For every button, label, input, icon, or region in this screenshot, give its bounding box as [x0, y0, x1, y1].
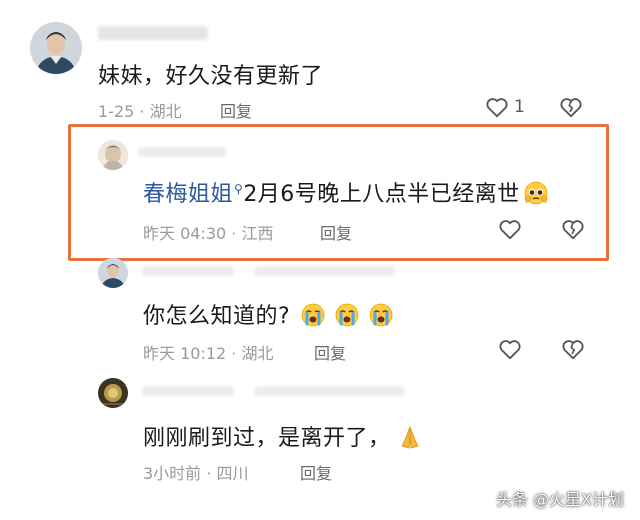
comment-1-reply-button[interactable]: 回复: [220, 98, 252, 122]
commenter-name-blurred: [255, 386, 405, 396]
commenter-name-blurred: [142, 266, 234, 276]
comment-2-reply-button[interactable]: 回复: [320, 220, 352, 244]
comment-3-body: 你怎么知道的?: [143, 304, 291, 329]
broken-heart-icon[interactable]: [558, 94, 584, 120]
heart-outline-icon[interactable]: [497, 216, 523, 242]
avatar-commenter-3[interactable]: [98, 258, 128, 288]
avatar-commenter-4[interactable]: [98, 378, 128, 408]
crying-emoji-icon: [369, 303, 393, 327]
comment-4-text: 刚刚刷到过，是离开了，: [143, 420, 423, 452]
comment-1-text: 妹妹，好久没有更新了: [98, 64, 324, 89]
heart-outline-icon[interactable]: [497, 336, 523, 362]
comment-3-reply-button[interactable]: 回复: [314, 340, 346, 364]
comment-4-meta: 3小时前 · 四川: [143, 464, 249, 483]
crying-emoji-icon: [301, 303, 325, 327]
heart-outline-icon[interactable]: [484, 94, 510, 120]
comment-3-meta: 昨天 10:12 · 湖北: [143, 344, 274, 363]
commenter-name-blurred: [142, 386, 234, 396]
comment-2-body: 2月6号晚上八点半已经离世: [243, 182, 520, 207]
avatar-commenter-1[interactable]: [30, 22, 82, 74]
broken-heart-icon[interactable]: [560, 336, 586, 362]
comment-2-meta: 昨天 04:30 · 江西: [143, 224, 274, 243]
broken-heart-icon[interactable]: [560, 216, 586, 242]
commenter-name-blurred: [98, 26, 208, 40]
comment-1-like-count: 1: [514, 97, 525, 117]
avatar-commenter-2[interactable]: [98, 140, 128, 170]
comment-4-reply-button[interactable]: 回复: [300, 460, 332, 484]
search-mark-icon: ⚲: [234, 181, 244, 196]
comment-1-meta: 1-25 · 湖北: [98, 102, 182, 121]
comment-2-text: 春梅姐姐⚲2月6号晚上八点半已经离世: [143, 176, 549, 208]
watermark: 头条 @火星X计划: [495, 490, 624, 509]
comment-4-body: 刚刚刷到过，是离开了，: [143, 426, 391, 451]
crying-emoji-icon: [335, 303, 359, 327]
praying-hands-emoji-icon: [401, 426, 418, 449]
mention-link[interactable]: 春梅姐姐: [143, 182, 233, 207]
pleading-emoji-icon: [524, 181, 548, 205]
commenter-name-blurred: [255, 266, 395, 276]
comment-3-text: 你怎么知道的?: [143, 298, 394, 330]
commenter-name-blurred: [138, 147, 226, 157]
